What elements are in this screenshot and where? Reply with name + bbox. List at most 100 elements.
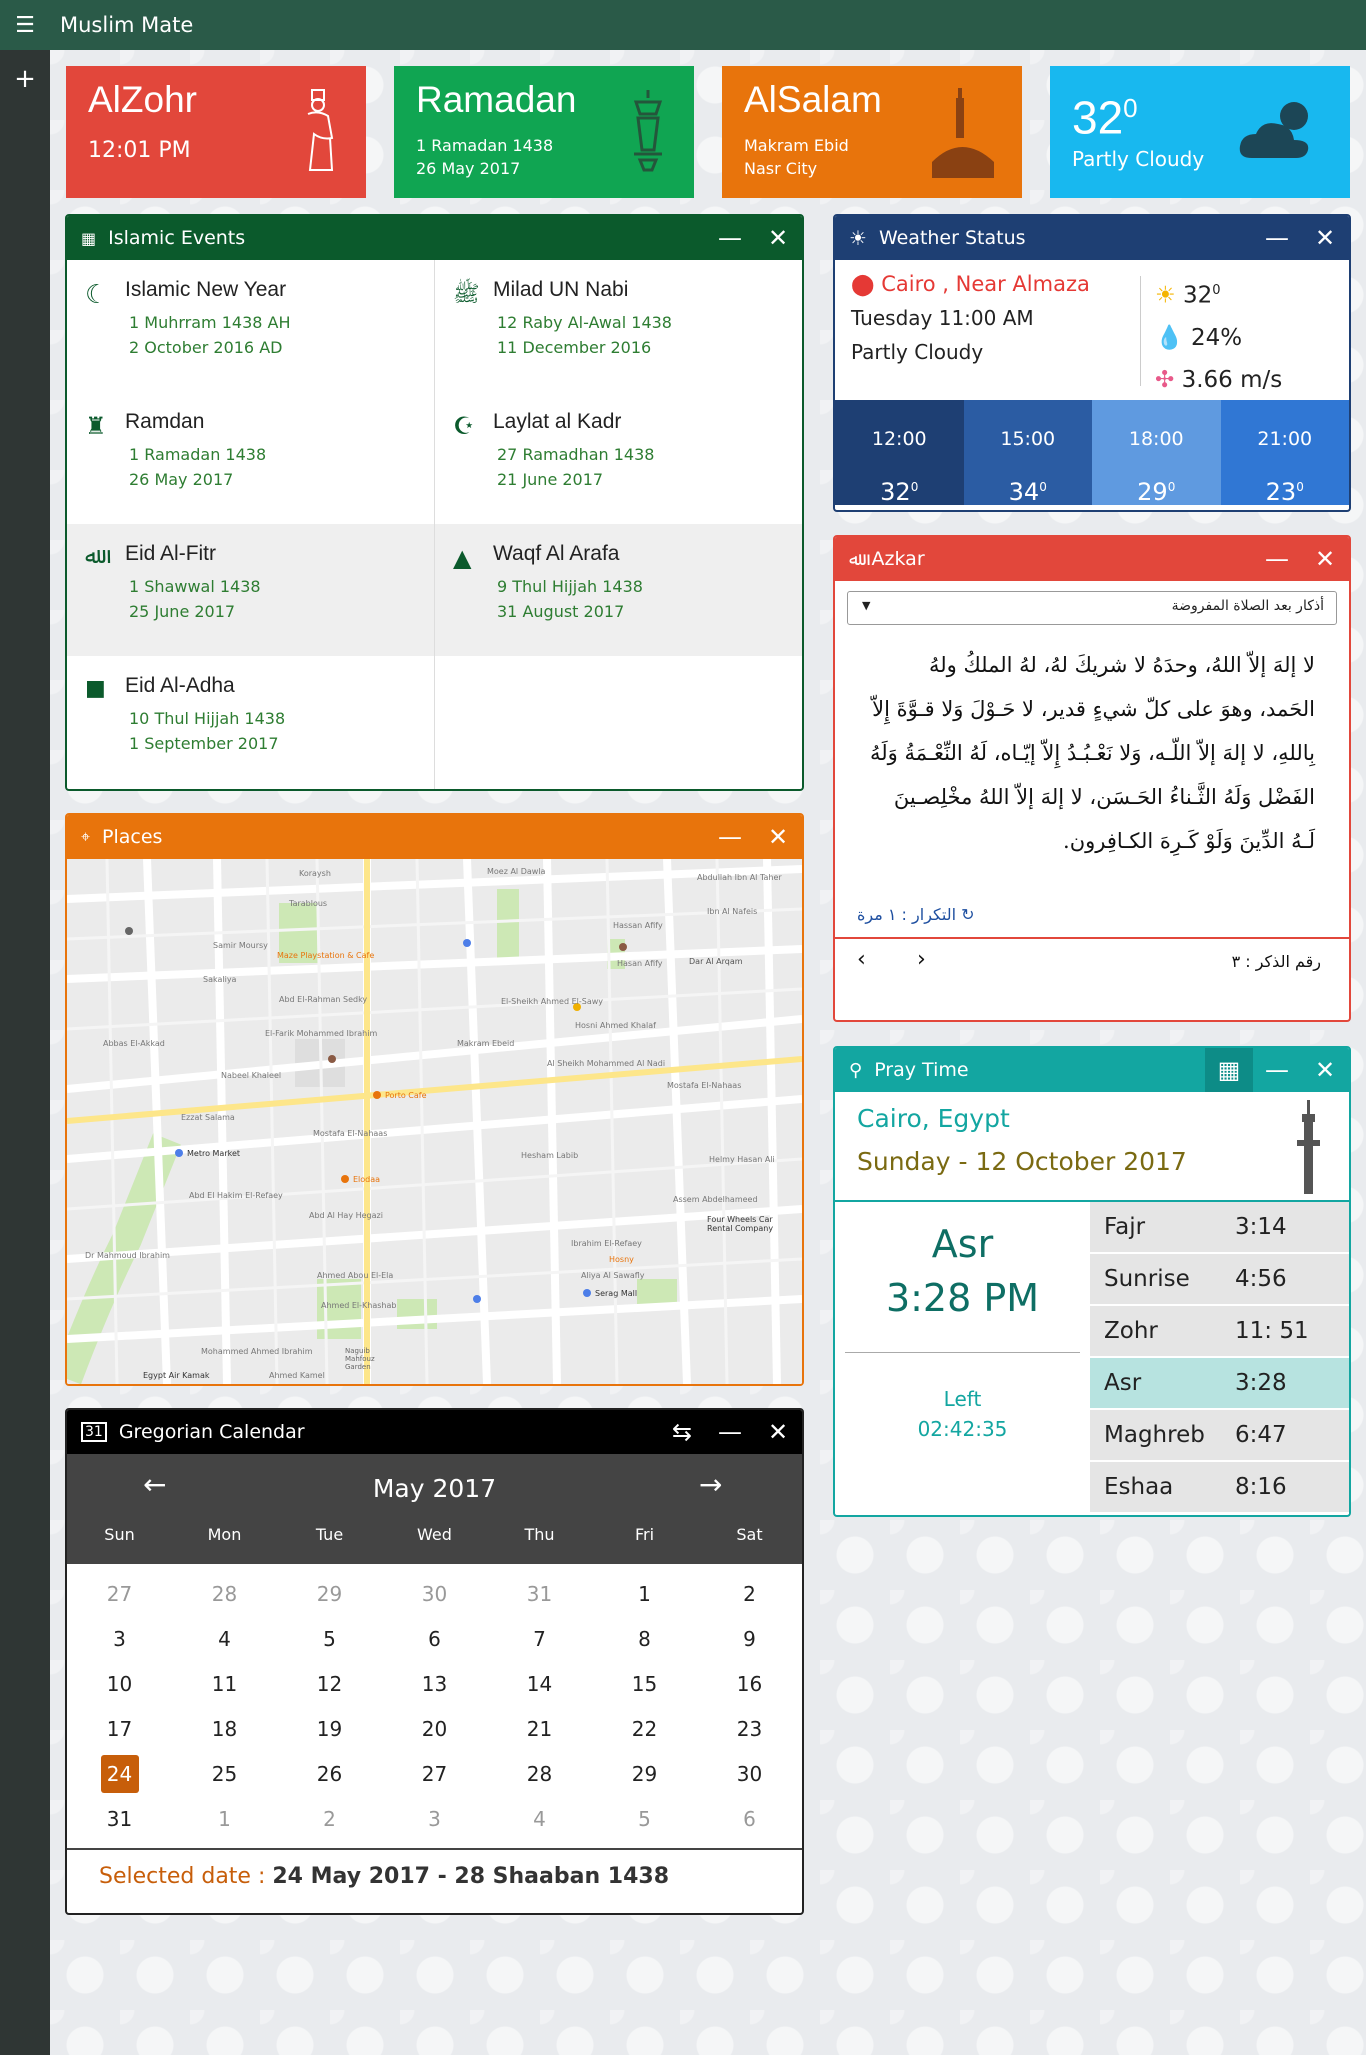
calendar-day[interactable]: 4	[172, 1617, 277, 1662]
calendar-day[interactable]: 31	[487, 1572, 592, 1617]
calendar-day[interactable]: 28	[172, 1572, 277, 1617]
map-label: Four Wheels Car Rental Company	[707, 1215, 774, 1233]
close-icon[interactable]: ✕	[754, 815, 802, 859]
swap-arrows-icon[interactable]: ⇆	[658, 1410, 706, 1454]
map-streets	[67, 859, 802, 1384]
selected-date-value: 24 May 2017 - 28 Shaaban 1438	[272, 1864, 670, 1889]
map-label: Ezzat Salama	[181, 1113, 235, 1122]
map-label: Hesham Labib	[521, 1151, 579, 1160]
calendar-day[interactable]: 20	[382, 1707, 487, 1752]
dropdown-caret-icon: ▼	[862, 599, 871, 612]
calligraphy-icon: ﷺ	[453, 282, 480, 307]
minimize-icon[interactable]: —	[706, 1410, 754, 1454]
close-icon[interactable]: ✕	[754, 216, 802, 260]
calendar-day[interactable]: 2	[277, 1797, 382, 1842]
calendar-day[interactable]: 7	[487, 1617, 592, 1662]
calendar-day[interactable]: 15	[592, 1662, 697, 1707]
event-item[interactable]: ♜ Ramdan 1 Ramadan 1438 26 May 2017	[67, 392, 435, 524]
prayer-row: Maghreb 6:47	[1090, 1410, 1349, 1462]
calendar-day[interactable]: 17	[67, 1707, 172, 1752]
azkar-text: لا إلهَ إلاّ اللهُ، وحدَهُ لا شريكَ لهُ،…	[870, 653, 1315, 853]
tile-salam[interactable]: AlSalam Makram Ebid Nasr City	[722, 66, 1022, 198]
prayer-date: Sunday - 12 October 2017	[857, 1147, 1187, 1176]
close-icon[interactable]: ✕	[754, 1410, 802, 1454]
map-label: Ahmed El-Khashab	[321, 1301, 397, 1310]
forecast-slot: 18:00 290	[1092, 400, 1221, 506]
minimize-icon[interactable]: —	[706, 216, 754, 260]
calendar-day[interactable]: 3	[67, 1617, 172, 1662]
calendar-day-selected[interactable]: 24	[67, 1752, 172, 1797]
calendar-day[interactable]: 30	[382, 1572, 487, 1617]
weather-humidity: 24%	[1190, 324, 1243, 351]
event-item[interactable]: ﷺ Milad UN Nabi 12 Raby Al-Awal 1438 11 D…	[435, 260, 802, 392]
next-month-arrow-icon[interactable]: →	[699, 1468, 722, 1501]
map-label: Serag Mall	[595, 1289, 638, 1298]
calendar-day[interactable]: 30	[697, 1752, 802, 1797]
calendar-day[interactable]: 6	[382, 1617, 487, 1662]
calendar-day[interactable]: 27	[67, 1572, 172, 1617]
calendar-day[interactable]: 10	[67, 1662, 172, 1707]
repeat-icon: ↻	[961, 905, 975, 924]
minimize-icon[interactable]: —	[1253, 1048, 1301, 1092]
panel-title: Places	[102, 826, 163, 848]
calendar-day[interactable]: 1	[592, 1572, 697, 1617]
add-widget-icon[interactable]: +	[0, 64, 50, 94]
minimize-icon[interactable]: —	[1253, 216, 1301, 260]
calendar-day[interactable]: 28	[487, 1752, 592, 1797]
calendar-day[interactable]: 12	[277, 1662, 382, 1707]
azkar-category-select[interactable]: أذكار بعد الصلاة المفروضة ▼	[847, 591, 1337, 625]
close-icon[interactable]: ✕	[1301, 216, 1349, 260]
calendar-day[interactable]: 18	[172, 1707, 277, 1752]
tile-zohr[interactable]: AlZohr 12:01 PM	[66, 66, 366, 198]
calendar-day[interactable]: 8	[592, 1617, 697, 1662]
calendar-day[interactable]: 19	[277, 1707, 382, 1752]
calendar-day[interactable]: 2	[697, 1572, 802, 1617]
event-item[interactable]: ■ Eid Al-Adha 10 Thul Hijjah 1438 1 Septe…	[67, 656, 435, 789]
calendar-day[interactable]: 27	[382, 1752, 487, 1797]
event-item[interactable]: ﷲ Eid Al-Fitr 1 Shawwal 1438 25 June 2017	[67, 524, 435, 656]
calendar-day[interactable]: 31	[67, 1797, 172, 1842]
panel-title: Gregorian Calendar	[118, 1421, 305, 1443]
close-icon[interactable]: ✕	[1301, 1048, 1349, 1092]
prev-zikr-icon[interactable]: ‹	[857, 947, 866, 972]
calendar-day[interactable]: 23	[697, 1707, 802, 1752]
event-item[interactable]: ▲ Waqf Al Arafa 9 Thul Hijjah 1438 31 Aug…	[435, 524, 802, 656]
prev-month-arrow-icon[interactable]: ←	[143, 1468, 166, 1501]
map-view[interactable]: Koraysh Moez Al Dawla Abdullah Ibn Al Ta…	[67, 859, 802, 1384]
event-item[interactable]: ☾ Islamic New Year 1 Muhrram 1438 AH 2 Oc…	[67, 260, 435, 392]
calendar-day[interactable]: 5	[277, 1617, 382, 1662]
top-bar: ☰ Muslim Mate	[0, 0, 1366, 50]
next-zikr-icon[interactable]: ›	[917, 947, 926, 972]
calendar-day[interactable]: 6	[697, 1797, 802, 1842]
calendar-day[interactable]: 22	[592, 1707, 697, 1752]
close-icon[interactable]: ✕	[1301, 537, 1349, 581]
calendar-day[interactable]: 5	[592, 1797, 697, 1842]
calendar-day[interactable]: 13	[382, 1662, 487, 1707]
weather-status-panel: ☀ Weather Status — ✕ ⬤ Cairo , Near Almaz…	[833, 214, 1351, 512]
tile-weather[interactable]: 320 Partly Cloudy	[1050, 66, 1350, 198]
calendar-day[interactable]: 29	[277, 1572, 382, 1617]
minimize-icon[interactable]: —	[1253, 537, 1301, 581]
calendar-icon[interactable]: ▦	[1205, 1048, 1253, 1092]
calendar-day[interactable]: 26	[277, 1752, 382, 1797]
event-item[interactable]: ☪ Laylat al Kadr 27 Ramadhan 1438 21 June…	[435, 392, 802, 524]
calendar-day[interactable]: 9	[697, 1617, 802, 1662]
map-label: El-Sheikh Ahmed El-Sawy	[501, 997, 604, 1006]
calendar-day[interactable]: 21	[487, 1707, 592, 1752]
calendar-day[interactable]: 4	[487, 1797, 592, 1842]
lantern-icon: ♜	[85, 412, 107, 440]
tile-ramadan[interactable]: Ramadan 1 Ramadan 1438 26 May 2017	[394, 66, 694, 198]
calendar-day[interactable]: 3	[382, 1797, 487, 1842]
calendar-day[interactable]: 25	[172, 1752, 277, 1797]
minimize-icon[interactable]: —	[706, 815, 754, 859]
hamburger-menu-icon[interactable]: ☰	[0, 13, 50, 38]
calendar-day[interactable]: 14	[487, 1662, 592, 1707]
event-dates: 1 Muhrram 1438 AH 2 October 2016 AD	[129, 313, 291, 357]
calendar-day[interactable]: 1	[172, 1797, 277, 1842]
calendar-day[interactable]: 11	[172, 1662, 277, 1707]
calendar-day[interactable]: 29	[592, 1752, 697, 1797]
azkar-footer: ‹ › رقم الذكر : ٣	[835, 937, 1349, 983]
map-label: Ibrahim El-Refaey	[571, 1239, 642, 1248]
calendar-day[interactable]: 16	[697, 1662, 802, 1707]
zikr-number: رقم الذكر : ٣	[1231, 952, 1321, 971]
